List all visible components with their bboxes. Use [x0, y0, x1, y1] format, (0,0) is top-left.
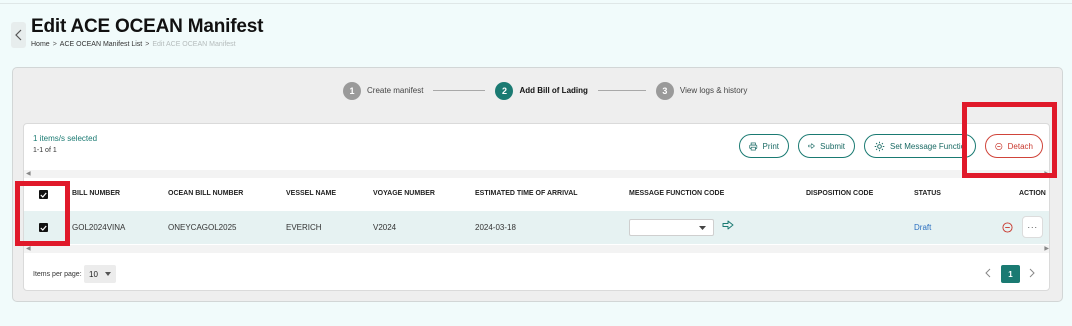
- breadcrumb-separator: >: [145, 41, 150, 48]
- page-button-current[interactable]: 1: [1001, 265, 1020, 283]
- cell-bill-number: GOL2024VINA: [72, 223, 126, 232]
- range-count: 1-1 of 1: [33, 147, 57, 154]
- breadcrumb: Home > ACE OCEAN Manifest List > Edit AC…: [31, 41, 236, 48]
- breadcrumb-current: Edit ACE OCEAN Manifest: [152, 41, 236, 48]
- step-create-manifest[interactable]: 1 Create manifest: [343, 81, 424, 100]
- col-action: ACTION: [1019, 190, 1046, 197]
- horizontal-scrollbar-top[interactable]: ◀ ▶: [24, 170, 1049, 178]
- step-label: Create manifest: [367, 86, 424, 95]
- items-per-page-label: Items per page:: [33, 271, 82, 278]
- stepper: 1 Create manifest 2 Add Bill of Lading 3…: [343, 81, 747, 100]
- arrow-right-outline-icon[interactable]: [722, 220, 734, 230]
- selection-count: 1 items/s selected: [33, 134, 98, 143]
- items-per-page-value: 10: [89, 269, 98, 279]
- col-vessel-name[interactable]: VESSEL NAME: [286, 190, 336, 197]
- arrow-right-outline-icon: [808, 143, 815, 149]
- top-divider: [0, 3, 1072, 4]
- step-number: 2: [495, 81, 514, 100]
- items-per-page-select[interactable]: 10: [84, 265, 116, 283]
- submit-button[interactable]: Submit: [798, 134, 855, 158]
- status-link[interactable]: Draft: [914, 223, 931, 232]
- chevron-left-icon[interactable]: [985, 268, 991, 278]
- col-disposition-code[interactable]: DISPOSITION CODE: [806, 190, 873, 197]
- cell-ocean-bill-number: ONEYCAGOL2025: [168, 223, 237, 232]
- chevron-right-icon[interactable]: [1029, 268, 1035, 278]
- scroll-left-icon[interactable]: ◀: [26, 170, 31, 178]
- col-ocean-bill-number[interactable]: OCEAN BILL NUMBER: [168, 190, 243, 197]
- more-icon: ···: [1027, 222, 1038, 232]
- step-view-logs-history[interactable]: 3 View logs & history: [655, 81, 748, 100]
- printer-icon: [749, 142, 758, 150]
- back-button[interactable]: [11, 22, 26, 48]
- col-bill-number[interactable]: BILL NUMBER: [72, 190, 120, 197]
- more-actions-button[interactable]: ···: [1022, 216, 1043, 238]
- chevron-left-icon: [15, 29, 22, 41]
- cell-vessel-name: EVERICH: [286, 223, 322, 232]
- cell-voyage-number: V2024: [373, 223, 397, 232]
- submit-label: Submit: [820, 141, 845, 151]
- col-voyage-number[interactable]: VOYAGE NUMBER: [373, 190, 435, 197]
- step-label: Add Bill of Lading: [519, 86, 588, 95]
- breadcrumb-manifest-list[interactable]: ACE OCEAN Manifest List: [60, 41, 142, 48]
- scroll-right-icon[interactable]: ▶: [1044, 245, 1049, 253]
- step-number: 3: [655, 81, 674, 100]
- page-title: Edit ACE OCEAN Manifest: [31, 16, 264, 37]
- annotation-highlight-detach: [962, 102, 1057, 178]
- message-function-code-select[interactable]: [629, 219, 714, 236]
- scroll-left-icon[interactable]: ◀: [26, 245, 31, 253]
- step-connector: [597, 90, 646, 91]
- cell-eta: 2024-03-18: [475, 223, 516, 232]
- col-message-function-code[interactable]: MESSAGE FUNCTION CODE: [629, 190, 724, 197]
- bill-of-lading-table-card: 1 items/s selected 1-1 of 1 Print Submit…: [23, 123, 1050, 291]
- set-message-function-button[interactable]: Set Message Functio: [864, 134, 976, 158]
- col-status[interactable]: STATUS: [914, 190, 941, 197]
- annotation-highlight-checkboxes: [15, 181, 70, 246]
- caret-down-icon: [699, 226, 706, 230]
- step-add-bill-of-lading[interactable]: 2 Add Bill of Lading: [495, 81, 588, 100]
- table-row[interactable]: GOL2024VINA ONEYCAGOL2025 EVERICH V2024 …: [24, 211, 1049, 244]
- caret-down-icon: [105, 272, 111, 276]
- step-label: View logs & history: [679, 86, 748, 95]
- step-connector: [433, 90, 486, 91]
- horizontal-scrollbar-bottom[interactable]: ◀ ▶: [24, 245, 1049, 253]
- set-message-function-label: Set Message Functio: [890, 141, 966, 151]
- step-number: 1: [343, 81, 361, 100]
- print-button[interactable]: Print: [739, 134, 789, 158]
- table-header: BILL NUMBER OCEAN BILL NUMBER VESSEL NAM…: [24, 178, 1049, 211]
- breadcrumb-home[interactable]: Home: [31, 41, 50, 48]
- print-label: Print: [762, 141, 779, 151]
- breadcrumb-separator: >: [52, 41, 57, 48]
- gear-icon: [874, 141, 885, 151]
- minus-circle-icon[interactable]: [1002, 222, 1013, 233]
- col-eta[interactable]: ESTIMATED TIME OF ARRIVAL: [475, 190, 578, 197]
